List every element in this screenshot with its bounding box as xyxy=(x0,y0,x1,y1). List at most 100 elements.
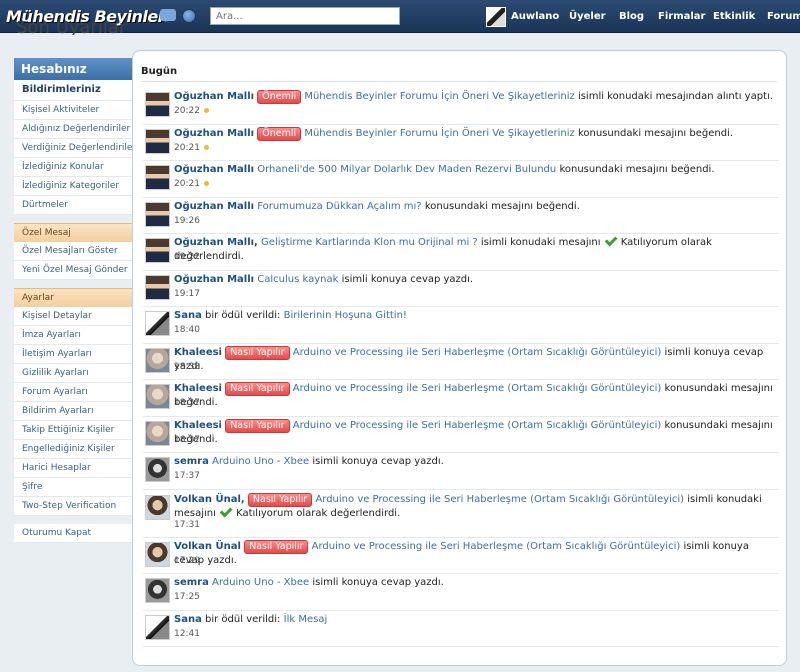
alert-user-link[interactable]: Khaleesi xyxy=(174,420,222,431)
alert-timestamp: 18:40 xyxy=(174,325,200,335)
user-avatar[interactable] xyxy=(145,347,170,373)
alert-thread-link[interactable]: Forumumuza Dükkan Açalım mı? xyxy=(257,201,421,212)
search-input[interactable] xyxy=(210,7,400,25)
sidebar-item[interactable]: Bildirim Ayarları xyxy=(14,402,133,421)
user-avatar[interactable] xyxy=(145,238,170,263)
sidebar-item[interactable]: Kişisel Detaylar xyxy=(14,307,133,326)
alert-user-link[interactable]: Sana xyxy=(174,614,202,625)
alert-user-link[interactable]: Oğuzhan Mallı, xyxy=(174,237,258,248)
sidebar-item[interactable]: Bildirimleriniz xyxy=(14,80,133,101)
alert-thread-link[interactable]: Orhaneli'de 500 Milyar Dolarlık Dev Made… xyxy=(257,164,556,175)
alert-row: Khaleesi Nasıl Yapılır Arduino ve Proces… xyxy=(143,380,779,417)
alert-user-link[interactable]: Sana xyxy=(174,310,202,321)
alert-user-link[interactable]: Volkan Ünal, xyxy=(174,494,245,505)
alert-thread-link[interactable]: Arduino ve Processing ile Seri Haberleşm… xyxy=(312,541,681,552)
alert-time: 18:37 xyxy=(174,398,200,408)
sidebar-header: Hesabınız xyxy=(14,58,133,80)
user-avatar[interactable] xyxy=(145,311,170,336)
alert-prefix: bir ödül verildi: xyxy=(205,310,281,321)
sidebar-item[interactable]: Şifre xyxy=(14,478,133,497)
check-icon xyxy=(219,504,233,517)
alert-user-link[interactable]: Volkan Ünal xyxy=(174,541,241,552)
alert-thread-link[interactable]: Arduino Uno - Xbee xyxy=(212,456,309,467)
nav-events[interactable]: Etkinlik xyxy=(713,11,755,22)
user-avatar[interactable] xyxy=(145,541,170,567)
alert-action-text: isimli konudaki mesajını xyxy=(480,237,601,248)
sidebar-item[interactable]: Gizlilik Ayarları xyxy=(14,364,133,383)
sidebar-item[interactable]: İzlediğiniz Konular xyxy=(14,158,133,177)
alert-text: Khaleesi Nasıl Yapılır Arduino ve Proces… xyxy=(174,345,774,374)
thread-prefix-badge: Nasıl Yapılır xyxy=(244,539,309,554)
alert-user-link[interactable]: Khaleesi xyxy=(174,347,222,358)
sidebar-item[interactable]: Verdiğiniz Değerlendiriler xyxy=(14,139,133,158)
alert-time: 18:37 xyxy=(174,435,200,445)
chat-icon[interactable] xyxy=(160,9,176,22)
nav-username[interactable]: Auwlano xyxy=(511,11,559,22)
user-avatar[interactable] xyxy=(145,128,170,154)
user-avatar[interactable] xyxy=(145,274,170,300)
sidebar-item[interactable]: Engellediğiniz Kişiler xyxy=(14,440,133,459)
user-avatar[interactable] xyxy=(145,457,170,482)
alert-timestamp: 12:41 xyxy=(174,628,200,639)
sidebar-item[interactable]: İzlediğiniz Kategoriler xyxy=(14,177,133,196)
nav-blog[interactable]: Blog xyxy=(619,11,644,22)
alert-user-link[interactable]: semra xyxy=(174,577,209,588)
alert-row: Khaleesi Nasıl Yapılır Arduino ve Proces… xyxy=(143,344,779,380)
alert-row: Sana bir ödül verildi: Birilerinin Hoşun… xyxy=(143,307,779,344)
alert-text: Oğuzhan Mallı Önemli Mühendis Beyinler F… xyxy=(174,126,774,141)
user-avatar[interactable] xyxy=(145,201,170,227)
alert-thread-link[interactable]: Arduino ve Processing ile Seri Haberleşm… xyxy=(293,420,662,431)
check-icon xyxy=(604,233,618,247)
sidebar-item[interactable]: Özel Mesajları Göster xyxy=(14,242,133,261)
alert-thread-link[interactable]: Arduino ve Processing ile Seri Haberleşm… xyxy=(293,383,662,394)
alert-user-link[interactable]: Oğuzhan Mallı xyxy=(174,274,254,285)
user-avatar[interactable] xyxy=(145,494,170,520)
user-avatar[interactable] xyxy=(145,578,170,603)
alert-timestamp: 17:37 xyxy=(174,471,200,481)
sidebar-item[interactable]: Yeni Özel Mesaj Gönder xyxy=(14,261,133,280)
alert-text: Oğuzhan Mallı Forumumuza Dükkan Açalım m… xyxy=(174,200,774,214)
alert-thread-link[interactable]: Geliştirme Kartlarında Klon mu Orijinal … xyxy=(261,237,478,248)
sidebar-item[interactable]: Kişisel Aktiviteler xyxy=(14,101,133,120)
user-avatar[interactable] xyxy=(145,384,170,409)
alert-thread-link[interactable]: Mühendis Beyinler Forumu İçin Öneri Ve Ş… xyxy=(304,91,574,102)
sidebar-item[interactable]: İletişim Ayarları xyxy=(14,345,133,364)
sidebar-item[interactable]: Dürtmeler xyxy=(14,196,133,215)
alert-thread-link[interactable]: Calculus kaynak xyxy=(257,274,338,285)
alert-thread-link[interactable]: Birilerinin Hoşuna Gittin! xyxy=(284,310,407,321)
sidebar-item[interactable]: Oturumu Kapat xyxy=(14,524,133,543)
alert-user-link[interactable]: Oğuzhan Mallı xyxy=(174,128,254,139)
new-alert-icon xyxy=(203,181,209,186)
user-avatar[interactable] xyxy=(145,420,170,446)
alert-timestamp: 20:21 xyxy=(174,142,200,153)
nav-members[interactable]: Üyeler xyxy=(569,11,606,22)
nav-forum[interactable]: Forum xyxy=(767,11,800,22)
globe-icon[interactable] xyxy=(182,9,196,23)
user-avatar[interactable] xyxy=(145,614,170,640)
sidebar-item[interactable]: Aldığınız Değerlendiriler xyxy=(14,120,133,139)
sidebar-item[interactable]: İmza Ayarları xyxy=(14,326,133,345)
alert-thread-link[interactable]: Mühendis Beyinler Forumu İçin Öneri Ve Ş… xyxy=(304,128,574,139)
alert-time: 19:26 xyxy=(174,216,200,226)
alert-user-link[interactable]: Oğuzhan Mallı xyxy=(174,91,254,102)
sidebar-item[interactable]: Forum Ayarları xyxy=(14,383,133,402)
alert-user-link[interactable]: Oğuzhan Mallı xyxy=(174,201,254,212)
alert-thread-link[interactable]: Arduino ve Processing ile Seri Haberleşm… xyxy=(293,347,662,358)
alert-thread-link[interactable]: Arduino ve Processing ile Seri Haberleşm… xyxy=(315,494,684,505)
sidebar-item[interactable]: Two-Step Verification xyxy=(14,497,133,516)
user-avatar[interactable] xyxy=(145,165,170,190)
alert-user-link[interactable]: semra xyxy=(174,456,209,467)
alert-row: Oğuzhan Mallı Önemli Mühendis Beyinler F… xyxy=(143,88,779,125)
nav-companies[interactable]: Firmalar xyxy=(658,11,705,22)
alert-text: semra Arduino Uno - Xbee isimli konuya c… xyxy=(174,576,774,590)
user-avatar[interactable] xyxy=(486,7,506,27)
sidebar-item[interactable]: Harici Hesaplar xyxy=(14,459,133,478)
alert-user-link[interactable]: Oğuzhan Mallı xyxy=(174,164,254,175)
alert-timestamp: 20:21 xyxy=(174,179,200,189)
alert-thread-link[interactable]: İlk Mesaj xyxy=(284,614,328,625)
alert-rating-text: Katılıyorum olarak değerlendirdi. xyxy=(236,507,401,519)
alert-user-link[interactable]: Khaleesi xyxy=(174,383,222,394)
user-avatar[interactable] xyxy=(145,92,170,117)
alert-thread-link[interactable]: Arduino Uno - Xbee xyxy=(212,577,309,588)
sidebar-item[interactable]: Takip Ettiğiniz Kişiler xyxy=(14,421,133,440)
